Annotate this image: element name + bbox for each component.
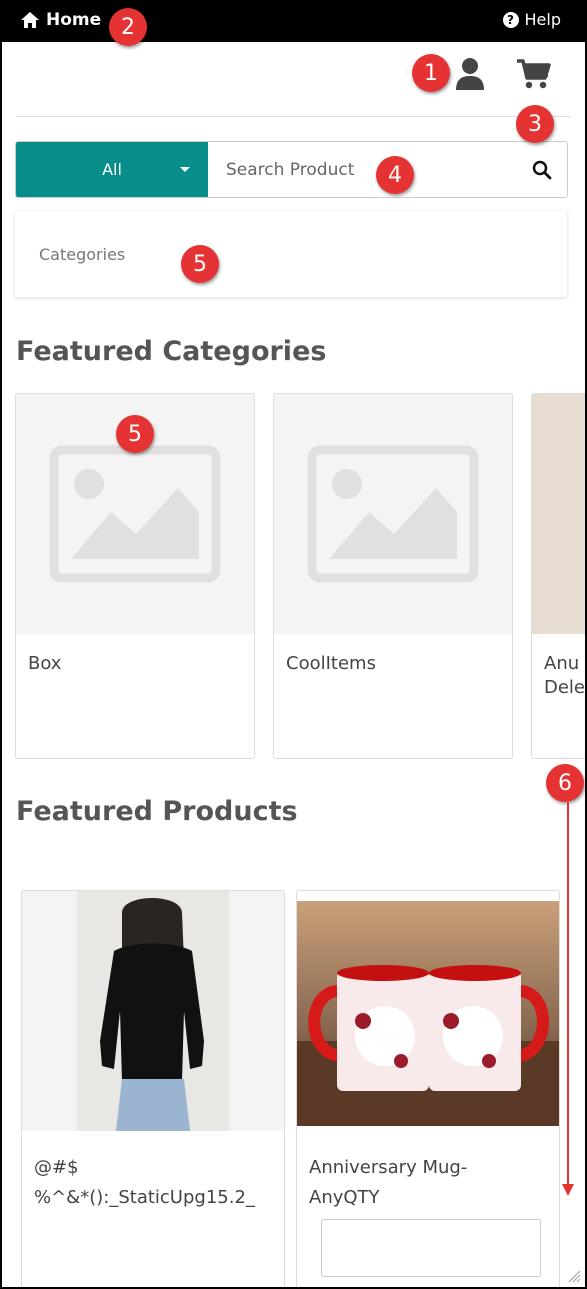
image-placeholder-icon [307, 445, 479, 583]
annotation-badge: 3 [516, 105, 554, 143]
caret-down-icon [180, 167, 190, 172]
search-bar: All [15, 141, 568, 198]
help-link[interactable]: ? Help [502, 10, 561, 29]
product-name: Anniversary Mug- AnyQTY [309, 1157, 468, 1208]
top-bar: Home ? Help [2, 2, 585, 42]
product-card[interactable]: Anniversary Mug- AnyQTY [296, 890, 560, 1287]
categories-menu[interactable]: Categories [15, 211, 567, 297]
product-card[interactable]: @#$ %^&*():_StaticUpg15.2_ [21, 890, 285, 1287]
scroll-arrow-line [567, 802, 569, 1187]
category-card[interactable]: CoolItems [273, 393, 513, 759]
home-label: Home [46, 10, 102, 30]
category-card[interactable]: Anu Dele [531, 393, 586, 759]
cart-icon[interactable] [516, 58, 552, 90]
categories-menu-label: Categories [39, 245, 126, 264]
user-icon[interactable] [454, 57, 486, 91]
category-image [532, 394, 585, 634]
category-name: Anu Dele [544, 653, 586, 698]
product-photo-tshirt [77, 891, 229, 1131]
annotation-badge: 6 [546, 764, 584, 802]
annotation-badge: 1 [412, 54, 450, 92]
help-icon: ? [502, 11, 519, 28]
app-window: Home ? Help All Categories [0, 0, 587, 1289]
scroll-arrow-head [562, 1184, 574, 1196]
product-name: @#$ %^&*():_StaticUpg15.2_ [34, 1157, 255, 1208]
category-name: Box [28, 653, 62, 674]
product-photo-mug [297, 901, 559, 1126]
featured-products-title: Featured Products [16, 796, 298, 827]
search-input[interactable] [208, 142, 517, 197]
annotation-badge: 5 [116, 415, 154, 453]
annotation-badge: 5 [181, 245, 219, 283]
quantity-input[interactable] [321, 1219, 541, 1277]
help-label: Help [524, 10, 561, 29]
product-image [297, 891, 559, 1131]
category-dropdown[interactable]: All [16, 142, 208, 197]
annotation-badge: 2 [109, 8, 147, 46]
home-icon [21, 12, 39, 28]
header-divider [16, 116, 571, 117]
featured-categories-title: Featured Categories [16, 336, 327, 367]
category-name: CoolItems [286, 653, 376, 674]
resize-grip-icon[interactable] [567, 1269, 581, 1283]
search-button[interactable] [517, 142, 567, 197]
product-image [22, 891, 284, 1131]
search-icon [532, 160, 552, 179]
home-link[interactable]: Home [20, 10, 101, 30]
annotation-badge: 4 [376, 156, 414, 194]
category-dropdown-value: All [102, 160, 122, 179]
category-image-placeholder [274, 394, 512, 634]
